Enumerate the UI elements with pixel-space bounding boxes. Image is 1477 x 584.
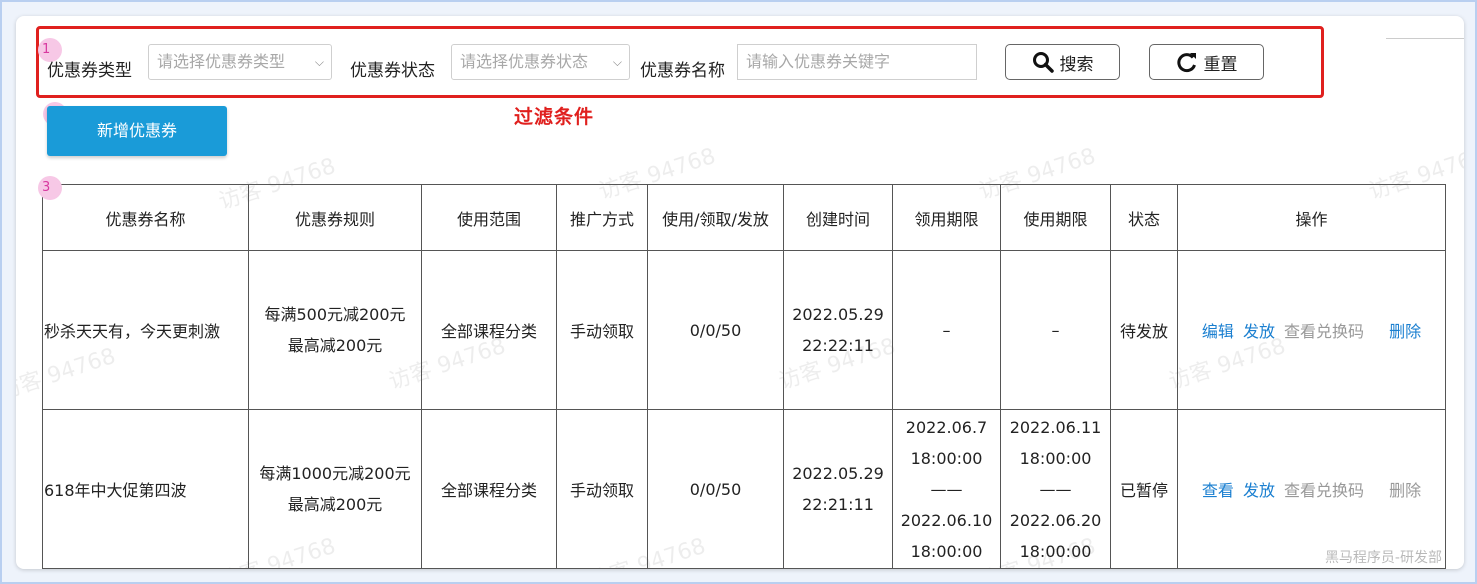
section-marker-3: 3 xyxy=(38,176,62,200)
actions-cell: 编辑 发放 查看兑换码 删除 xyxy=(1177,250,1446,410)
reset-button[interactable]: 重置 xyxy=(1149,44,1264,80)
view-link[interactable]: 查看 xyxy=(1202,481,1234,500)
header-actions: 操作 xyxy=(1177,184,1446,251)
use-period-cell: – xyxy=(1000,250,1111,410)
claim-end-time: 18:00:00 xyxy=(910,541,983,561)
coupon-name-cell: 秒杀天天有，今天更刺激 xyxy=(42,250,249,410)
use-period-cell: 2022.06.11 18:00:00 —— 2022.06.20 18:00:… xyxy=(1000,409,1111,569)
main-card: 访客 94768 访客 94768 访客 94768 访客 94768 访客 9… xyxy=(16,16,1464,569)
header-promotion: 推广方式 xyxy=(556,184,648,251)
claim-end-date: 2022.06.10 xyxy=(900,510,993,530)
reset-button-label: 重置 xyxy=(1203,54,1238,75)
claim-period-cell: 2022.06.7 18:00:00 —— 2022.06.10 18:00:0… xyxy=(892,409,1001,569)
use-start-date: 2022.06.11 xyxy=(1009,417,1102,437)
chevron-down-icon: ⌵ xyxy=(612,55,622,69)
search-icon xyxy=(1032,52,1054,73)
rule-line: 每满500元减200元 xyxy=(264,305,406,324)
claim-start-date: 2022.06.7 xyxy=(905,417,988,437)
coupon-type-label: 优惠券类型 xyxy=(47,61,132,81)
scope-cell: 全部课程分类 xyxy=(421,409,557,569)
add-coupon-button[interactable]: 新增优惠券 xyxy=(47,106,227,156)
coupon-name-input[interactable]: 请输入优惠券关键字 xyxy=(737,44,977,80)
rule-line: 最高减200元 xyxy=(287,495,383,514)
table-header-row: 优惠券名称 优惠券规则 使用范围 推广方式 使用/领取/发放 创建时间 领用期限… xyxy=(42,184,1446,251)
header-coupon-name: 优惠券名称 xyxy=(42,184,249,251)
refresh-icon xyxy=(1176,53,1196,73)
coupon-status-label: 优惠券状态 xyxy=(350,61,435,81)
header-status: 状态 xyxy=(1110,184,1178,251)
promotion-cell: 手动领取 xyxy=(556,250,648,410)
coupon-name-cell: 618年中大促第四波 xyxy=(42,409,249,569)
table-row: 秒杀天天有，今天更刺激 每满500元减200元 最高减200元 全部课程分类 手… xyxy=(42,250,1446,410)
status-cell: 待发放 xyxy=(1110,250,1178,410)
app-frame: 访客 94768 访客 94768 访客 94768 访客 94768 访客 9… xyxy=(0,0,1477,584)
created-time-cell: 2022.05.29 22:22:11 xyxy=(783,250,893,410)
use-start-time: 18:00:00 xyxy=(1019,448,1092,468)
scope-cell: 全部课程分类 xyxy=(421,250,557,410)
coupon-name-placeholder: 请输入优惠券关键字 xyxy=(746,52,891,71)
coupon-table: 优惠券名称 优惠券规则 使用范围 推广方式 使用/领取/发放 创建时间 领用期限… xyxy=(42,184,1446,569)
created-date: 2022.05.29 xyxy=(792,305,884,324)
promotion-cell: 手动领取 xyxy=(556,409,648,569)
view-redeem-code-link[interactable]: 查看兑换码 xyxy=(1284,322,1364,341)
claim-separator: —— xyxy=(930,479,963,499)
use-end-time: 18:00:00 xyxy=(1019,541,1092,561)
table-row: 618年中大促第四波 每满1000元减200元 最高减200元 全部课程分类 手… xyxy=(42,409,1446,569)
usage-cell: 0/0/50 xyxy=(647,409,784,569)
search-button[interactable]: 搜索 xyxy=(1005,44,1120,80)
corner-watermark: 黑马程序员-研发部 xyxy=(1324,550,1442,566)
coupon-rule-cell: 每满500元减200元 最高减200元 xyxy=(248,250,422,410)
status-cell: 已暂停 xyxy=(1110,409,1178,569)
claim-start-time: 18:00:00 xyxy=(910,448,983,468)
edit-link[interactable]: 编辑 xyxy=(1202,322,1234,341)
created-time-cell: 2022.05.29 22:21:11 xyxy=(783,409,893,569)
use-separator: —— xyxy=(1039,479,1072,499)
coupon-type-placeholder: 请选择优惠券类型 xyxy=(157,52,286,71)
coupon-rule-cell: 每满1000元减200元 最高减200元 xyxy=(248,409,422,569)
header-claim-period: 领用期限 xyxy=(892,184,1001,251)
coupon-name-label: 优惠券名称 xyxy=(640,61,725,81)
search-button-label: 搜索 xyxy=(1059,54,1094,75)
coupon-type-select[interactable]: 请选择优惠券类型 ⌵ xyxy=(148,44,332,80)
use-end-date: 2022.06.20 xyxy=(1009,510,1102,530)
filter-caption: 过滤条件 xyxy=(514,106,595,128)
header-usage: 使用/领取/发放 xyxy=(647,184,784,251)
header-created-time: 创建时间 xyxy=(783,184,893,251)
delete-link[interactable]: 删除 xyxy=(1389,322,1421,341)
header-scope: 使用范围 xyxy=(421,184,557,251)
created-time: 22:22:11 xyxy=(802,336,874,355)
issue-link[interactable]: 发放 xyxy=(1243,322,1275,341)
rule-line: 最高减200元 xyxy=(287,336,383,355)
chevron-down-icon: ⌵ xyxy=(314,55,324,69)
usage-cell: 0/0/50 xyxy=(647,250,784,410)
header-use-period: 使用期限 xyxy=(1000,184,1111,251)
actions-cell: 查看 发放 查看兑换码 删除 xyxy=(1177,409,1446,569)
delete-link[interactable]: 删除 xyxy=(1389,481,1421,500)
rule-line: 每满1000元减200元 xyxy=(259,464,411,483)
coupon-status-select[interactable]: 请选择优惠券状态 ⌵ xyxy=(451,44,630,80)
issue-link[interactable]: 发放 xyxy=(1243,481,1275,500)
created-time: 22:21:11 xyxy=(802,495,874,514)
divider xyxy=(1386,38,1464,39)
created-date: 2022.05.29 xyxy=(792,464,884,483)
header-coupon-rule: 优惠券规则 xyxy=(248,184,422,251)
view-redeem-code-link[interactable]: 查看兑换码 xyxy=(1284,481,1364,500)
claim-period-cell: – xyxy=(892,250,1001,410)
coupon-status-placeholder: 请选择优惠券状态 xyxy=(460,52,589,71)
